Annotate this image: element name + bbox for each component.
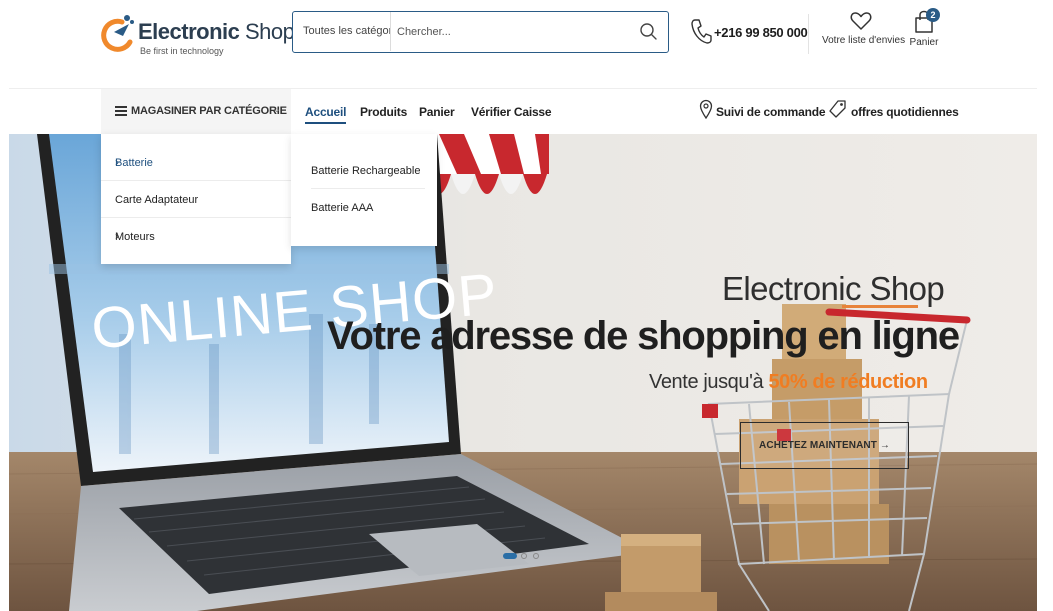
phone-contact[interactable]: +216 99 850 000 — [690, 17, 808, 47]
nav-link-produits[interactable]: Produits — [360, 105, 407, 119]
location-pin-icon — [699, 99, 713, 119]
category-item-label: Carte Adaptateur — [115, 194, 199, 206]
heart-icon — [850, 12, 872, 30]
slider-dot-2[interactable] — [521, 553, 527, 559]
phone-number: +216 99 850 000 — [714, 25, 808, 40]
site-logo[interactable]: Electronic Shop Be first in technology — [100, 8, 295, 60]
wishlist-label: Votre liste d'envies — [822, 35, 906, 46]
category-item-batterie[interactable]: Batterie › — [101, 144, 291, 181]
logo-mark-icon — [101, 15, 134, 52]
header-divider — [808, 14, 809, 54]
category-item-moteurs[interactable]: Moteurs › — [101, 218, 291, 255]
category-item-carte-adaptateur[interactable]: Carte Adaptateur — [101, 181, 291, 218]
top-header: Electronic Shop Be first in technology T… — [0, 0, 1053, 88]
order-tracking-label: Suivi de commande — [716, 105, 826, 119]
hero-brand: Electronic Shop — [722, 270, 945, 307]
subcategory-batterie-aaa[interactable]: Batterie AAA — [311, 189, 425, 226]
main-navbar: MAGASINER PAR CATÉGORIE ⌄ Accueil Produi… — [9, 88, 1037, 135]
daily-deals-label: offres quotidiennes — [851, 105, 959, 119]
phone-icon — [691, 19, 712, 44]
menu-icon — [115, 106, 127, 116]
chevron-right-icon: › — [115, 229, 119, 243]
search-icon[interactable] — [638, 21, 660, 43]
search-category-select[interactable]: Toutes les catégor▾ — [293, 12, 391, 51]
hero-brand-underline — [842, 305, 918, 308]
search-bar: Toutes les catégor▾ — [292, 11, 669, 53]
category-dropdown: Batterie › Carte Adaptateur Moteurs › — [101, 134, 291, 264]
order-tracking-link[interactable]: Suivi de commande — [699, 97, 826, 125]
cart-count-badge: 2 — [926, 8, 940, 22]
subcategory-label: Batterie Rechargeable — [311, 165, 421, 177]
search-input[interactable] — [397, 20, 627, 44]
tag-icon — [829, 100, 846, 118]
subcategory-label: Batterie AAA — [311, 202, 374, 214]
category-menu-toggle[interactable]: MAGASINER PAR CATÉGORIE ⌄ — [101, 89, 291, 135]
hero-title: Votre adresse de shopping en ligne — [327, 314, 960, 358]
cart-label: Panier — [909, 37, 939, 48]
nav-link-accueil[interactable]: Accueil — [305, 105, 346, 124]
cart-link[interactable]: 2 Panier — [904, 8, 944, 56]
shop-now-button[interactable]: ACHETEZ MAINTENANT → — [740, 422, 909, 469]
chevron-right-icon: › — [115, 155, 119, 169]
slider-dot-1[interactable] — [503, 553, 517, 559]
subcategory-batterie-rechargeable[interactable]: Batterie Rechargeable — [311, 152, 425, 189]
category-submenu: Batterie Rechargeable Batterie AAA — [291, 134, 437, 246]
category-toggle-label: MAGASINER PAR CATÉGORIE — [131, 105, 287, 117]
slider-dots — [503, 551, 563, 561]
hero-subtitle: Vente jusqu'à 50% de réduction — [649, 371, 928, 393]
slider-dot-3[interactable] — [533, 553, 539, 559]
nav-link-panier[interactable]: Panier — [419, 105, 455, 119]
wishlist-link[interactable]: Votre liste d'envies — [822, 11, 906, 56]
hero-discount: 50% de réduction — [768, 371, 928, 393]
daily-deals-link[interactable]: offres quotidiennes — [829, 97, 959, 125]
nav-link-verifier-caisse[interactable]: Vérifier Caisse — [471, 105, 552, 119]
chevron-down-icon: ⌄ — [272, 104, 281, 115]
logo-wordmark: Electronic Shop — [138, 19, 295, 44]
logo-tagline: Be first in technology — [140, 46, 224, 56]
